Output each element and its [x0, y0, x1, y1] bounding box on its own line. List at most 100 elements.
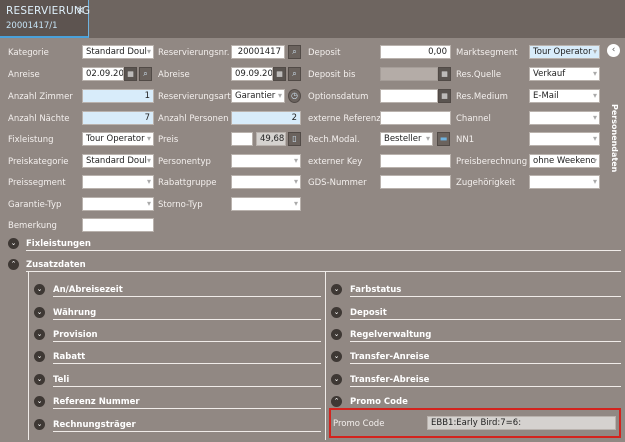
chevron-up-icon[interactable]: ⌃	[331, 396, 342, 407]
section-regelverwaltung[interactable]: Regelverwaltung	[350, 330, 431, 340]
rabattgruppe-select[interactable]	[231, 175, 301, 189]
anzahl-personen-input[interactable]: 2	[231, 111, 301, 125]
promo-code-input[interactable]: EBB1:Early Bird:7=6:	[427, 416, 616, 430]
marktsegment-select[interactable]: Tour Operator	[529, 45, 600, 59]
section-zusatzdaten[interactable]: Zusatzdaten	[26, 260, 86, 270]
preiskategorie-select[interactable]: Standard Doul	[82, 154, 154, 168]
res-medium-select[interactable]: E-Mail	[529, 89, 600, 103]
folder-icon[interactable]: ▬	[437, 132, 450, 146]
rech-modal-select[interactable]: Besteller	[380, 132, 433, 146]
calendar-icon[interactable]: ▦	[438, 67, 451, 81]
calendar-icon[interactable]: ▦	[438, 89, 451, 103]
res-quelle-label: Res.Quelle	[456, 70, 502, 80]
section-promo-code[interactable]: Promo Code	[350, 397, 408, 407]
tab-reservierung[interactable]: RESERVIERUNG × 20001417/1	[0, 0, 90, 38]
storno-typ-select[interactable]	[231, 197, 301, 211]
chevron-down-icon[interactable]: ⌄	[34, 329, 45, 340]
gds-nummer-input[interactable]	[380, 175, 451, 189]
section-deposit[interactable]: Deposit	[350, 308, 387, 318]
abreise-input[interactable]: 09.09.201	[231, 67, 273, 81]
anzahl-zimmer-input[interactable]: 1	[82, 89, 154, 103]
fixleistung-label: Fixleistung	[8, 135, 54, 145]
divider	[53, 363, 321, 364]
optionsdatum-label: Optionsdatum	[308, 92, 369, 102]
section-farbstatus[interactable]: Farbstatus	[350, 285, 401, 295]
chevron-down-icon[interactable]: ⌄	[331, 374, 342, 385]
res-medium-label: Res.Medium	[456, 92, 508, 102]
section-teli[interactable]: Teli	[53, 375, 69, 385]
calendar-icon[interactable]: ▦	[124, 67, 137, 81]
top-bar	[0, 0, 625, 38]
preiskategorie-label: Preiskategorie	[8, 157, 69, 167]
chevron-down-icon[interactable]: ⌄	[34, 396, 45, 407]
chevron-down-icon[interactable]: ⌄	[34, 307, 45, 318]
collapse-icon[interactable]: ‹	[607, 44, 620, 57]
preissegment-select[interactable]	[82, 175, 154, 189]
divider	[26, 271, 621, 272]
nn1-select[interactable]	[529, 132, 600, 146]
close-icon[interactable]: ×	[76, 5, 84, 16]
nn1-label: NN1	[456, 135, 475, 145]
fixleistung-select[interactable]: Tour Operator	[82, 132, 154, 146]
reservierungsart-select[interactable]: Garantier	[231, 89, 285, 103]
externe-referenz-input[interactable]	[380, 111, 451, 125]
preis-label: Preis	[158, 135, 179, 145]
rech-modal-label: Rech.Modal.	[308, 135, 360, 145]
externer-key-input[interactable]	[380, 154, 451, 168]
chevron-down-icon[interactable]: ⌄	[34, 284, 45, 295]
personentyp-select[interactable]	[231, 154, 301, 168]
chevron-down-icon[interactable]: ⌄	[331, 351, 342, 362]
chevron-down-icon[interactable]: ⌄	[331, 307, 342, 318]
clock-icon[interactable]: ◷	[288, 89, 301, 103]
anreise-input[interactable]: 02.09.201	[82, 67, 124, 81]
zugehoerigkeit-label: Zugehörigkeit	[456, 178, 516, 188]
personendaten-panel[interactable]: ‹ Personendaten	[604, 42, 622, 252]
divider	[53, 319, 321, 320]
section-referenz-nummer[interactable]: Referenz Nummer	[53, 397, 140, 407]
deposit-label: Deposit	[308, 48, 341, 58]
section-rabatt[interactable]: Rabatt	[53, 352, 85, 362]
search-icon[interactable]: ⌕	[288, 45, 301, 59]
divider	[53, 431, 321, 432]
deposit-bis-input[interactable]	[380, 67, 438, 81]
chevron-down-icon[interactable]: ⌄	[34, 351, 45, 362]
preis-input[interactable]	[231, 132, 253, 146]
divider	[53, 296, 321, 297]
channel-select[interactable]	[529, 111, 600, 125]
section-transfer-anreise[interactable]: Transfer-Anreise	[350, 352, 429, 362]
section-rechnungstraeger[interactable]: Rechnungsträger	[53, 420, 136, 430]
anreise-label: Anreise	[8, 70, 40, 80]
zugehoerigkeit-select[interactable]	[529, 175, 600, 189]
section-an-abreisezeit[interactable]: An/Abreisezeit	[53, 285, 123, 295]
calendar-icon[interactable]: ▦	[273, 67, 286, 81]
rabattgruppe-label: Rabattgruppe	[158, 178, 217, 188]
search-icon[interactable]: ⌕	[288, 67, 301, 81]
reservierungsnr-input[interactable]: 20001417	[231, 45, 285, 59]
section-provision[interactable]: Provision	[53, 330, 98, 340]
anzahl-naechte-input[interactable]: 7	[82, 111, 154, 125]
deposit-input[interactable]: 0,00	[380, 45, 451, 59]
tab-subtitle: 20001417/1	[6, 21, 58, 31]
chevron-down-icon[interactable]: ⌄	[331, 284, 342, 295]
optionsdatum-input[interactable]	[380, 89, 438, 103]
bemerkung-input[interactable]	[82, 218, 154, 232]
chevron-down-icon[interactable]: ⌄	[34, 374, 45, 385]
section-waehrung[interactable]: Währung	[53, 308, 96, 318]
chevron-down-icon[interactable]: ⌄	[34, 419, 45, 430]
info-icon[interactable]: ▯	[288, 132, 301, 146]
search-icon[interactable]: ⌕	[139, 67, 152, 81]
preisberechnung-label: Preisberechnung	[456, 157, 528, 167]
preisberechnung-select[interactable]: ohne Weekenc	[529, 154, 600, 168]
chevron-down-icon[interactable]: ⌄	[8, 238, 19, 249]
divider	[350, 363, 621, 364]
section-transfer-abreise[interactable]: Transfer-Abreise	[350, 375, 429, 385]
chevron-down-icon[interactable]: ⌄	[331, 329, 342, 340]
garantie-typ-label: Garantie-Typ	[8, 200, 62, 210]
storno-typ-label: Storno-Typ	[158, 200, 203, 210]
garantie-typ-select[interactable]	[82, 197, 154, 211]
res-quelle-select[interactable]: Verkauf	[529, 67, 600, 81]
chevron-up-icon[interactable]: ⌃	[8, 259, 19, 270]
reservierungsart-label: Reservierungsart	[158, 92, 231, 102]
kategorie-select[interactable]: Standard Doul	[82, 45, 154, 59]
section-fixleistungen[interactable]: Fixleistungen	[26, 239, 91, 249]
